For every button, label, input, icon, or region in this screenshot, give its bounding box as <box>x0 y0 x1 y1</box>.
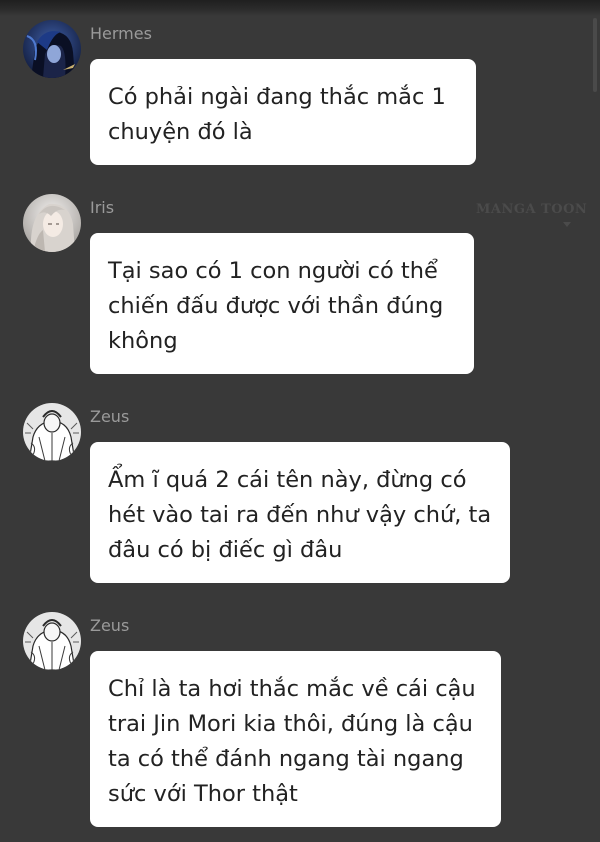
iris-avatar-icon[interactable] <box>23 194 81 252</box>
message-bubble[interactable]: Ẩm ĩ quá 2 cái tên này, đừng có hét vào … <box>90 442 510 583</box>
watermark: MANGA TOON <box>476 202 588 217</box>
sender-name: Hermes <box>90 24 152 43</box>
sender-name: Zeus <box>90 616 130 635</box>
hermes-avatar-icon[interactable] <box>23 20 81 78</box>
sender-name: Zeus <box>90 407 130 426</box>
message-bubble[interactable]: Chỉ là ta hơi thắc mắc về cái cậu trai J… <box>90 651 501 827</box>
scrollbar-thumb[interactable] <box>593 18 597 92</box>
zeus-avatar-icon[interactable] <box>23 612 81 670</box>
message-bubble[interactable]: Tại sao có 1 con người có thể chiến đấu … <box>90 233 474 374</box>
top-edge-shadow <box>0 0 600 16</box>
watermark-mark-icon <box>563 222 571 227</box>
zeus-avatar-icon[interactable] <box>23 403 81 461</box>
sender-name: Iris <box>90 198 115 217</box>
message-bubble[interactable]: Có phải ngài đang thắc mắc 1 chuyện đó l… <box>90 59 476 165</box>
